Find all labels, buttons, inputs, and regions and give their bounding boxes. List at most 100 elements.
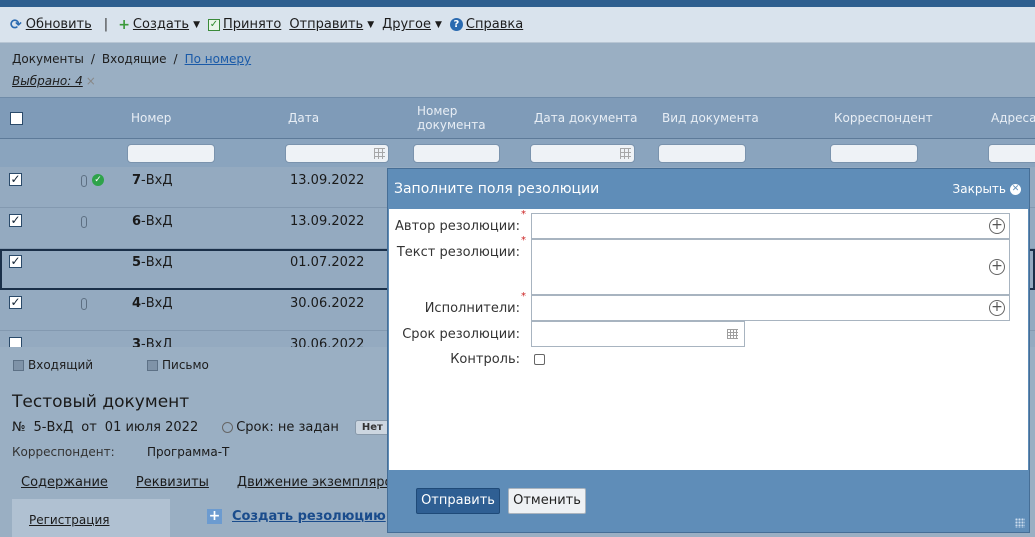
calendar-icon[interactable] — [727, 329, 738, 339]
tab-requisites[interactable]: Реквизиты — [136, 475, 209, 490]
calendar-icon[interactable] — [620, 148, 631, 159]
column-header-doc-type[interactable]: Вид документа — [662, 111, 759, 125]
row-checkbox[interactable]: ✓ — [9, 173, 22, 186]
filter-addressee-input[interactable] — [988, 144, 1035, 163]
registration-link[interactable]: Регистрация — [29, 513, 109, 527]
executors-input[interactable]: + — [531, 295, 1010, 321]
resolution-dialog: Заполните поля резолюции Закрыть ✕ Автор… — [387, 168, 1030, 533]
author-label: Автор резолюции: — [395, 219, 520, 234]
filter-number-input[interactable] — [127, 144, 215, 163]
deadline-text: Срок: не задан — [236, 420, 339, 435]
tag-icon — [147, 359, 158, 371]
column-header-doc-number[interactable]: Номер документа — [417, 104, 486, 132]
row-number: 5-ВхД — [132, 255, 173, 270]
document-meta: № 5-ВхД от 01 июля 2022 Срок: не задан Н… — [12, 420, 407, 435]
close-button[interactable]: Закрыть ✕ — [953, 182, 1021, 196]
plus-icon: + — [207, 508, 222, 524]
refresh-icon: ⟳ — [10, 16, 22, 33]
row-date: 13.09.2022 — [290, 173, 365, 188]
control-checkbox[interactable] — [534, 354, 545, 365]
help-label: Справка — [465, 17, 524, 32]
resize-handle[interactable] — [1015, 518, 1025, 528]
paperclip-icon — [81, 175, 87, 187]
row-number: 6-ВхД — [132, 214, 173, 229]
table-header: Номер Дата Номер документа Дата документ… — [0, 97, 1035, 139]
column-header-addressee[interactable]: Адреса — [991, 111, 1035, 125]
accepted-label: Принято — [222, 17, 282, 32]
tab-copies[interactable]: Движение экземпляро — [237, 475, 393, 490]
caret-down-icon: ▼ — [435, 19, 442, 30]
dialog-footer: Отправить Отменить — [388, 470, 1029, 532]
deadline-input[interactable] — [531, 321, 745, 347]
send-menu-button[interactable]: Отправить ▼ — [289, 17, 374, 32]
correspondent-label: Корреспондент: — [12, 445, 115, 459]
refresh-button[interactable]: ⟳ Обновить — [10, 17, 92, 33]
row-date: 30.06.2022 — [290, 337, 365, 347]
breadcrumb: Документы / Входящие / По номеру — [12, 52, 252, 66]
help-button[interactable]: ? Справка — [449, 17, 524, 32]
column-header-correspondent[interactable]: Корреспондент — [834, 111, 933, 125]
plus-icon: + — [118, 16, 130, 33]
row-date: 13.09.2022 — [290, 214, 365, 229]
text-label: Текст резолюции: — [396, 245, 520, 260]
row-date: 01.07.2022 — [290, 255, 365, 270]
send-label: Отправить — [289, 17, 364, 32]
add-circle-icon[interactable]: + — [989, 300, 1005, 316]
toolbar-separator: | — [103, 17, 109, 32]
filter-date-input[interactable] — [285, 144, 389, 163]
breadcrumb-item-documents[interactable]: Документы — [12, 52, 84, 66]
add-circle-icon[interactable]: + — [989, 259, 1005, 275]
close-icon: ✕ — [1010, 183, 1021, 195]
breadcrumb-item-incoming[interactable]: Входящие — [102, 52, 167, 66]
row-checkbox[interactable]: ✓ — [9, 214, 22, 227]
create-button[interactable]: + Создать ▼ — [118, 17, 200, 33]
row-date: 30.06.2022 — [290, 296, 365, 311]
other-label: Другое — [382, 17, 431, 32]
document-title: Тестовый документ — [12, 392, 190, 412]
other-menu-button[interactable]: Другое ▼ — [382, 17, 442, 32]
column-header-doc-date[interactable]: Дата документа — [534, 111, 638, 125]
author-input[interactable]: + — [531, 213, 1010, 239]
resolution-text-input[interactable]: + — [531, 239, 1010, 295]
executors-label: Исполнители: — [424, 301, 520, 316]
approved-icon: ✓ — [92, 174, 104, 186]
column-header-number[interactable]: Номер — [131, 111, 171, 125]
filter-doc-number-input[interactable] — [413, 144, 500, 163]
clock-icon — [222, 422, 234, 433]
filter-correspondent-input[interactable] — [830, 144, 918, 163]
caret-down-icon: ▼ — [193, 19, 200, 30]
row-checkbox[interactable]: ✓ — [9, 296, 22, 309]
add-circle-icon[interactable]: + — [989, 218, 1005, 234]
row-checkbox[interactable] — [9, 337, 22, 347]
selection-label[interactable]: Выбрано: 4 — [12, 74, 83, 88]
dialog-title: Заполните поля резолюции — [394, 181, 600, 197]
create-resolution-link[interactable]: Создать резолюцию — [232, 509, 386, 524]
toolbar: ⟳ Обновить | + Создать ▼ ✓ Принято Отпра… — [0, 7, 1035, 43]
clear-selection-icon[interactable]: × — [86, 74, 96, 88]
column-header-date[interactable]: Дата — [288, 111, 319, 125]
send-button[interactable]: Отправить — [416, 488, 500, 514]
tab-content[interactable]: Содержание — [21, 475, 108, 490]
caret-down-icon: ▼ — [367, 19, 375, 30]
type-tag: Входящий — [13, 358, 93, 372]
select-all-checkbox[interactable] — [10, 112, 23, 125]
refresh-label: Обновить — [25, 17, 92, 32]
check-icon: ✓ — [207, 18, 220, 31]
paperclip-icon — [81, 216, 87, 228]
details-tabs: Содержание Реквизиты Движение экземпляро — [21, 475, 421, 490]
paperclip-icon — [81, 298, 87, 310]
accepted-button[interactable]: ✓ Принято — [207, 17, 282, 32]
top-strip — [0, 0, 1035, 7]
kind-tag: Письмо — [147, 358, 209, 372]
calendar-icon[interactable] — [374, 148, 385, 159]
filter-doc-type-input[interactable] — [658, 144, 746, 163]
row-checkbox[interactable]: ✓ — [9, 255, 22, 268]
row-number: 3-ВхД — [132, 337, 173, 347]
selection-counter: Выбрано: 4 × — [12, 74, 96, 88]
create-resolution-action[interactable]: + Создать резолюцию и — [207, 509, 402, 524]
tag-icon — [13, 359, 24, 371]
side-panel: Регистрация — [12, 499, 170, 537]
filter-doc-date-input[interactable] — [530, 144, 635, 163]
breadcrumb-item-by-number[interactable]: По номеру — [185, 52, 252, 66]
cancel-button[interactable]: Отменить — [508, 488, 586, 514]
